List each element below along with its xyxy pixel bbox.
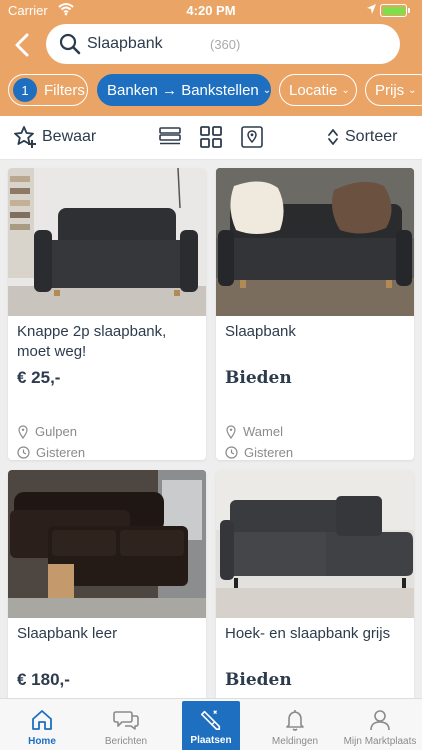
tab-label: Mijn Marktplaats [343,736,417,747]
listing-location-label: Wamel [243,424,283,439]
bell-icon [286,710,304,731]
category-label: Banken → Bankstellen [107,81,259,99]
user-icon [370,710,390,731]
location-chip[interactable]: Locatie ⌄ [279,74,357,106]
sort-label: Sorteer [345,128,398,145]
listing-card[interactable]: Knappe 2p slaapbank, moet weg! € 25,- Gu… [8,168,206,460]
back-button[interactable] [8,30,36,60]
result-count: (360) [210,37,241,52]
location-arrow-icon [367,4,376,14]
listing-price: € 180,- [17,670,70,689]
listing-photo [8,470,206,618]
listing-card[interactable]: Slaapbank leer € 180,- [8,470,206,698]
search-icon [59,33,81,55]
tab-bar: Home Berichten Plaatsen Meldingen Mijn M… [0,698,422,750]
listing-location: Wamel [225,424,283,439]
grid-view-icon[interactable] [199,125,223,149]
price-label: Prijs [375,81,405,99]
filters-label: Filters [44,81,85,99]
listing-title: Slaapbank leer [17,625,118,642]
status-bar: Carrier 4:20 PM [0,0,422,22]
listing-photo [8,168,206,316]
listing-price: Bieden [225,670,292,690]
chevron-down-icon: ⌄ [262,84,272,96]
listing-card[interactable]: Slaapbank Bieden Wamel Gisteren [216,168,414,460]
battery-icon [380,4,410,17]
chat-icon [113,711,139,730]
clock-icon [225,446,238,459]
price-chip[interactable]: Prijs ⌄ [365,74,422,106]
location-pin-icon [18,424,28,439]
listing-grid: Knappe 2p slaapbank, moet weg! € 25,- Gu… [0,160,422,698]
tab-label: Meldingen [271,736,319,747]
listing-price: € 25,- [17,368,61,387]
listing-date: Gisteren [17,445,85,460]
search-input[interactable]: Slaapbank (360) [46,24,400,64]
sort-icon [328,129,338,145]
home-icon [32,710,52,730]
listing-title: Slaapbank [225,323,296,340]
back-arrow-icon [15,33,29,57]
tab-label: Berichten [104,736,148,747]
filters-count-badge: 1 [13,78,37,102]
clock-icon [17,446,30,459]
location-pin-icon [226,424,236,439]
listing-photo [216,470,414,618]
tab-messages[interactable]: Berichten [84,699,168,750]
tab-home[interactable]: Home [0,699,84,750]
search-term: Slaapbank [87,35,163,52]
listing-price: Bieden [225,368,292,388]
save-label: Bewaar [42,128,97,145]
listing-date: Gisteren [225,445,293,460]
listing-location-label: Gulpen [35,424,77,439]
tab-account[interactable]: Mijn Marktplaats [338,699,422,750]
listing-photo [216,168,414,316]
tab-label: Plaatsen [190,735,232,746]
map-view-icon[interactable] [240,125,264,149]
results-toolbar: Bewaar Sorteer [0,116,422,160]
listing-date-label: Gisteren [244,445,294,460]
tab-place-ad[interactable]: Plaatsen [182,701,240,750]
listing-title: Knappe 2p slaapbank, moet weg! [17,323,167,360]
location-label: Locatie [289,81,338,99]
filters-chip[interactable]: 1 Filters [8,74,88,106]
listing-title: Hoek- en slaapbank grijs [225,625,391,642]
tab-label: Home [28,736,56,747]
sort-button[interactable]: Sorteer [327,128,397,146]
chevron-down-icon: ⌄ [341,84,350,96]
filter-chips: 1 Filters Banken → Bankstellen ⌄ Locatie… [0,72,422,108]
category-chip[interactable]: Banken → Bankstellen ⌄ [97,74,271,106]
pen-icon [200,710,221,731]
chevron-down-icon: ⌄ [408,84,417,96]
header: Carrier 4:20 PM Slaapbank (360) 1 Filter… [0,0,422,116]
listing-date-label: Gisteren [36,445,86,460]
listing-location: Gulpen [17,424,77,439]
listing-card[interactable]: Hoek- en slaapbank grijs Bieden [216,470,414,698]
list-view-icon[interactable] [158,125,182,149]
clock: 4:20 PM [186,3,236,18]
tab-notifications[interactable]: Meldingen [253,699,337,750]
save-search-button[interactable]: Bewaar [12,124,96,150]
star-save-icon [14,126,36,148]
